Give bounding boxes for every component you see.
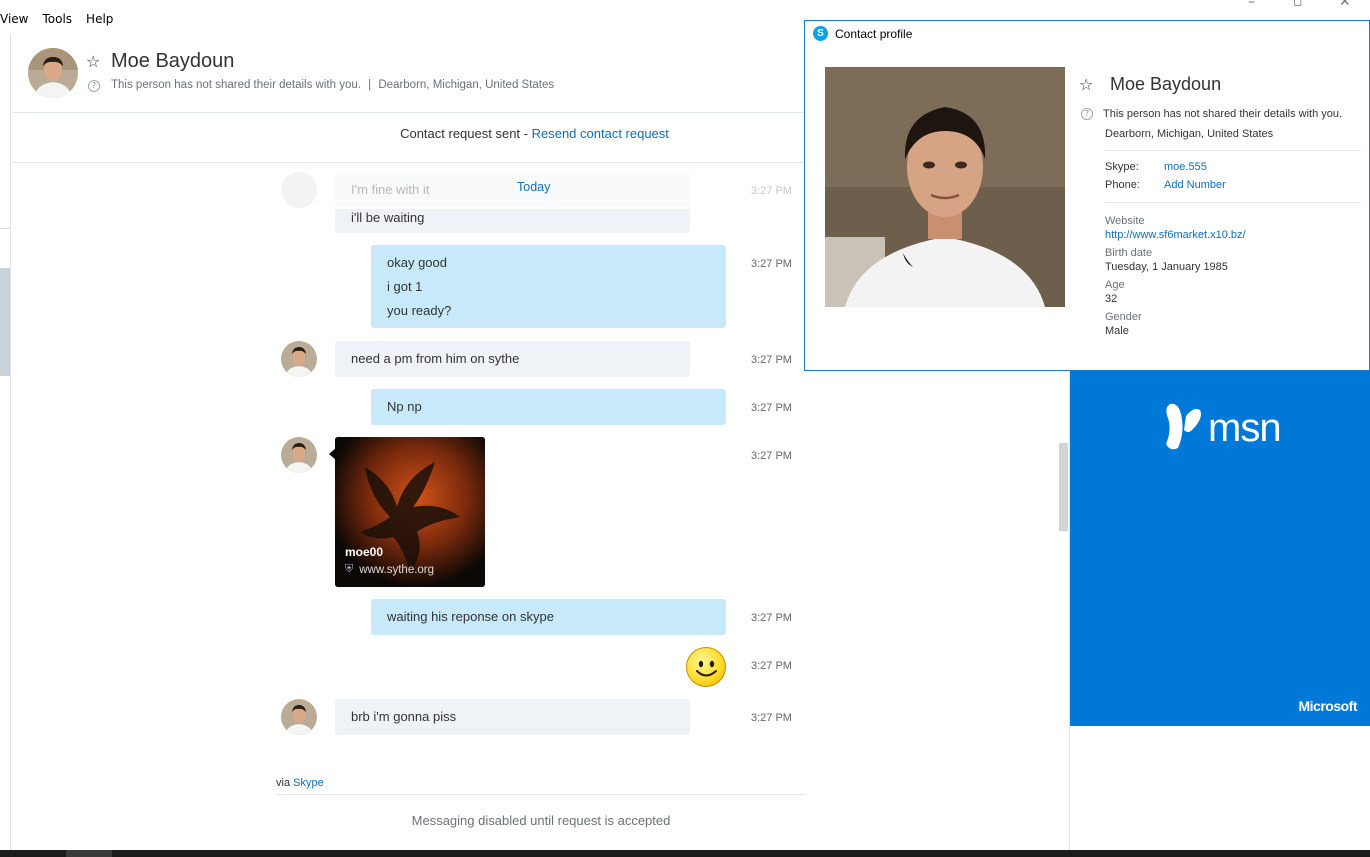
via-prefix: via bbox=[276, 777, 294, 789]
message-text: brb i'm gonna piss bbox=[351, 709, 457, 724]
close-icon[interactable]: ✕ bbox=[1339, 0, 1351, 10]
chat-scrollbar-thumb[interactable] bbox=[1059, 443, 1068, 531]
menu-bar: View Tools Help bbox=[0, 12, 113, 32]
messaging-disabled-notice: Messaging disabled until request is acce… bbox=[411, 813, 671, 828]
message-text: i'll be waiting bbox=[351, 210, 425, 225]
via-label: via Skype bbox=[276, 777, 324, 789]
website-link[interactable]: http://www.sf6market.x10.bz/ bbox=[1105, 229, 1361, 241]
add-number-link[interactable]: Add Number bbox=[1164, 179, 1226, 191]
left-pane-scrollbar[interactable] bbox=[0, 268, 10, 376]
age-value: 32 bbox=[1105, 293, 1118, 305]
msn-logo-text: msn bbox=[1208, 406, 1282, 450]
message-text: I'm fine with it bbox=[351, 182, 430, 197]
avatar[interactable] bbox=[281, 699, 317, 735]
message-time: 3:27 PM bbox=[751, 354, 792, 366]
msn-ad-banner[interactable]: msn Microsoft bbox=[1070, 370, 1370, 726]
message-time: 3:27 PM bbox=[751, 612, 792, 624]
profile-location: Dearborn, Michigan, United States bbox=[1105, 128, 1274, 140]
message-text: waiting his reponse on skype bbox=[387, 609, 554, 624]
contact-location: Dearborn, Michigan, United States bbox=[378, 79, 555, 91]
compose-divider bbox=[276, 794, 806, 795]
shield-icon: ⛨ bbox=[345, 563, 354, 575]
profile-divider bbox=[1105, 202, 1361, 203]
profile-name: Moe Baydoun bbox=[1110, 74, 1222, 94]
birth-date-label: Birth date bbox=[1105, 247, 1153, 259]
window-title: Contact profile bbox=[835, 26, 913, 41]
contact-name: Moe Baydoun bbox=[111, 50, 235, 72]
skype-label: Skype: bbox=[1105, 161, 1139, 173]
message-text: Np np bbox=[387, 399, 422, 414]
card-url-row: ⛨ www.sythe.org bbox=[345, 563, 434, 576]
favorite-star-icon[interactable]: ☆ bbox=[1079, 75, 1093, 94]
privacy-note: This person has not shared their details… bbox=[111, 79, 361, 91]
message-time: 3:27 PM bbox=[751, 712, 792, 724]
message-time: 3:27 PM bbox=[751, 258, 792, 270]
website-label: Website bbox=[1105, 215, 1145, 227]
favorite-star-icon[interactable]: ☆ bbox=[86, 52, 100, 71]
phone-row: Phone: Add Number bbox=[1105, 179, 1361, 191]
window-titlebar: S Contact profile bbox=[813, 26, 912, 41]
skype-logo-icon: S bbox=[813, 26, 828, 41]
age-label: Age bbox=[1105, 279, 1125, 291]
gender-label: Gender bbox=[1105, 311, 1142, 323]
info-icon: ? bbox=[1081, 108, 1093, 120]
request-status-text: Contact request sent - bbox=[400, 126, 532, 141]
profile-details: ? This person has not shared their detai… bbox=[1081, 108, 1361, 337]
message-bubble: I'm fine with it bbox=[335, 173, 690, 207]
profile-privacy-note: This person has not shared their details… bbox=[1103, 108, 1343, 120]
resend-request-link[interactable]: Resend contact request bbox=[532, 126, 669, 141]
left-pane-divider bbox=[0, 228, 10, 229]
message-text: need a pm from him on sythe bbox=[351, 351, 520, 366]
header-divider bbox=[12, 112, 805, 113]
message-bubble[interactable]: Np np bbox=[371, 389, 726, 425]
contact-subline: This person has not shared their details… bbox=[111, 79, 554, 91]
menu-tools[interactable]: Tools bbox=[42, 12, 72, 32]
taskbar bbox=[0, 850, 1370, 857]
avatar[interactable] bbox=[281, 437, 317, 473]
msn-butterfly-icon bbox=[1166, 403, 1201, 450]
contact-avatar[interactable] bbox=[28, 48, 78, 98]
via-skype-link[interactable]: Skype bbox=[293, 777, 324, 789]
menu-help[interactable]: Help bbox=[86, 12, 113, 32]
avatar[interactable] bbox=[281, 341, 317, 377]
microsoft-logo-text: Microsoft bbox=[1298, 698, 1358, 714]
minimize-icon[interactable]: – bbox=[1248, 0, 1255, 10]
message-text: you ready? bbox=[387, 302, 452, 318]
profile-divider bbox=[1105, 150, 1361, 151]
card-title: moe00 bbox=[345, 545, 384, 559]
message-time: 3:27 PM bbox=[751, 402, 792, 414]
menu-view[interactable]: View bbox=[0, 12, 28, 32]
left-pane-border bbox=[10, 34, 11, 857]
gender-value: Male bbox=[1105, 325, 1129, 337]
smile-emoticon bbox=[686, 647, 726, 687]
taskbar-button[interactable] bbox=[66, 850, 112, 857]
message-bubble[interactable]: need a pm from him on sythe bbox=[335, 341, 690, 377]
avatar bbox=[281, 172, 317, 208]
message-bubble[interactable]: waiting his reponse on skype bbox=[371, 599, 726, 635]
message-time: 3:27 PM bbox=[751, 185, 792, 197]
maximize-icon[interactable]: ▫ bbox=[1293, 0, 1303, 10]
card-url: www.sythe.org bbox=[359, 563, 435, 576]
info-icon: ? bbox=[88, 80, 100, 92]
birth-date-value: Tuesday, 1 January 1985 bbox=[1105, 261, 1228, 273]
phone-label: Phone: bbox=[1105, 179, 1140, 191]
message-text: i got 1 bbox=[387, 278, 423, 294]
message-text: okay good bbox=[387, 254, 447, 270]
subline-separator: | bbox=[368, 79, 372, 91]
link-preview-card[interactable]: moe00 ⛨ www.sythe.org bbox=[335, 437, 485, 587]
message-bubble[interactable]: brb i'm gonna piss bbox=[335, 699, 690, 735]
profile-photo bbox=[825, 67, 1065, 307]
skype-name-link[interactable]: moe.555 bbox=[1164, 161, 1207, 173]
contact-profile-window: S Contact profile ☆ Moe Baydoun ? This p… bbox=[804, 20, 1370, 371]
message-time: 3:27 PM bbox=[751, 450, 792, 462]
skype-row: Skype: moe.555 bbox=[1105, 161, 1361, 173]
message-bubble[interactable]: okay good i got 1 you ready? bbox=[371, 245, 726, 328]
day-separator: Today bbox=[517, 180, 551, 194]
message-time: 3:27 PM bbox=[751, 660, 792, 672]
message-bubble[interactable]: i'll be waiting bbox=[335, 209, 690, 233]
